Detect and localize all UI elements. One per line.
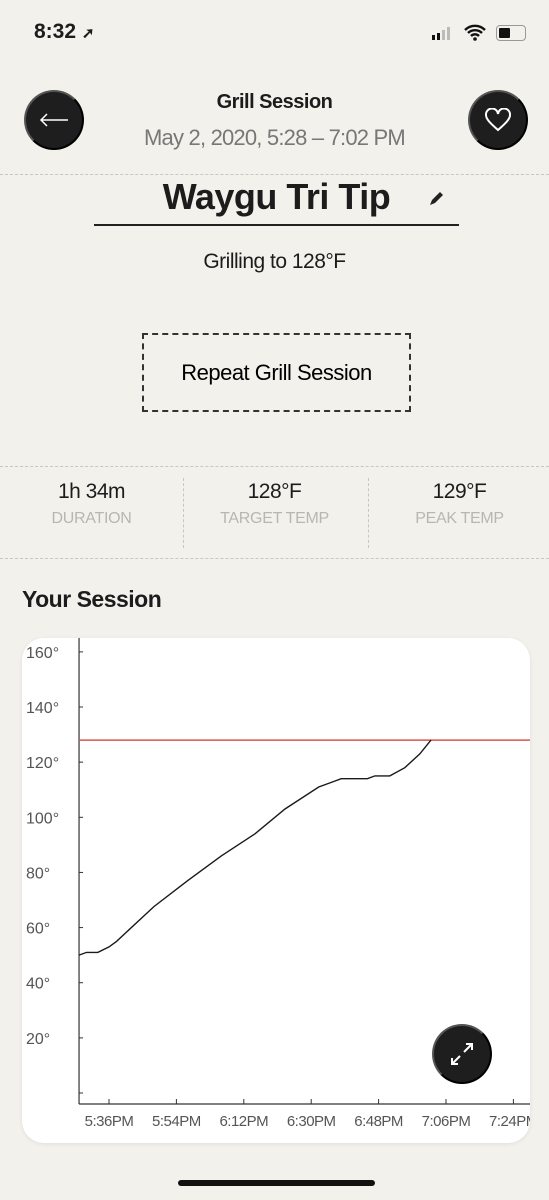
- repeat-session-button[interactable]: Repeat Grill Session: [142, 333, 411, 412]
- x-tick-label: 5:36PM: [85, 1113, 134, 1130]
- favorite-button[interactable]: [468, 90, 528, 150]
- y-tick-label: 40°: [26, 976, 50, 993]
- y-tick-label: 20°: [26, 1031, 50, 1048]
- y-tick-label: 60°: [26, 921, 50, 938]
- battery-icon: [496, 25, 526, 41]
- x-tick-label: 6:48PM: [354, 1113, 403, 1130]
- page-title: Grill Session: [216, 91, 333, 113]
- session-name[interactable]: Waygu Tri Tip: [94, 176, 459, 226]
- divider: [0, 466, 549, 467]
- y-tick-label: 100°: [26, 810, 59, 827]
- expand-chart-button[interactable]: [432, 1024, 492, 1084]
- location-arrow-icon: ➚: [81, 25, 95, 42]
- home-indicator[interactable]: [178, 1180, 375, 1186]
- heart-icon: [485, 108, 511, 132]
- target-description: Grilling to 128°F: [203, 250, 346, 273]
- x-tick-label: 7:24PM: [489, 1113, 530, 1130]
- expand-arrows-icon: [451, 1043, 473, 1065]
- x-tick-label: 6:30PM: [287, 1113, 336, 1130]
- section-title: Your Session: [22, 586, 162, 612]
- wifi-icon: [464, 24, 486, 41]
- signal-icon: [432, 27, 450, 40]
- temperature-curve: [78, 739, 432, 956]
- y-tick-label: 80°: [26, 865, 50, 882]
- session-date-range: May 2, 2020, 5:28 – 7:02 PM: [144, 125, 406, 150]
- chart-card: 20° 40° 60° 80° 100° 120° 140° 160° 5:36PM 5:54PM…: [22, 638, 530, 1143]
- x-tick-label: 5:54PM: [152, 1113, 201, 1130]
- status-time: 8:32 ➚: [34, 20, 95, 43]
- y-tick-label: 160°: [26, 645, 59, 662]
- stat-duration: 1h 34m DURATION: [51, 480, 132, 527]
- y-tick-label: 140°: [26, 700, 59, 717]
- x-tick-label: 6:12PM: [219, 1113, 268, 1130]
- stat-peak-temp: 129°F PEAK TEMP: [415, 480, 504, 527]
- stat-target-temp: 128°F TARGET TEMP: [220, 480, 329, 527]
- x-tick-label: 7:06PM: [422, 1113, 471, 1130]
- divider: [0, 174, 549, 175]
- pencil-icon[interactable]: [428, 191, 444, 207]
- divider: [0, 558, 549, 559]
- y-tick-label: 120°: [26, 755, 59, 772]
